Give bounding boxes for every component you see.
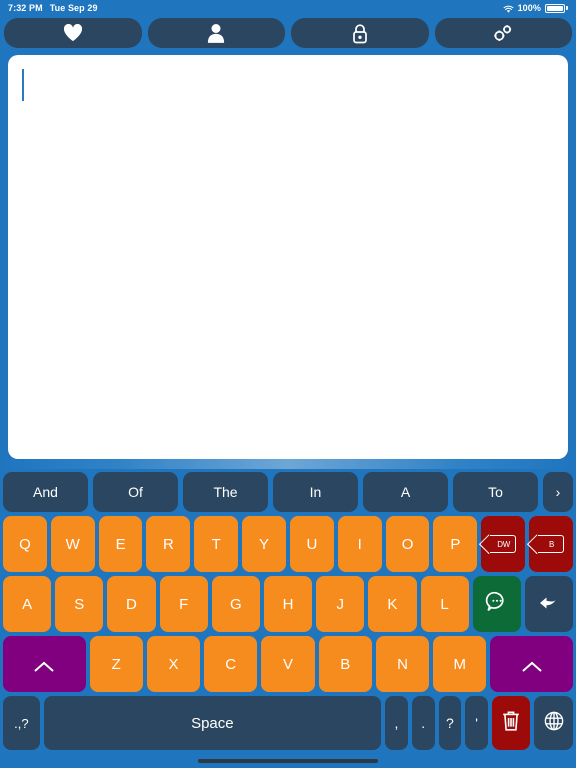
key-p[interactable]: P	[433, 516, 478, 572]
key-w[interactable]: W	[50, 516, 95, 572]
chevron-up-icon	[34, 659, 54, 671]
backspace-label: B	[548, 539, 555, 549]
text-caret	[22, 69, 24, 101]
suggestion-item[interactable]: To	[453, 472, 538, 512]
wifi-icon	[503, 5, 514, 14]
suggestion-item[interactable]: Of	[93, 472, 178, 512]
battery-full-icon	[545, 3, 568, 13]
key-j[interactable]: J	[316, 576, 365, 632]
symbols-key[interactable]: .,?	[3, 696, 40, 750]
key-x[interactable]: X	[146, 636, 201, 692]
keyboard-divider	[0, 459, 576, 469]
status-bar-right: 100%	[503, 3, 568, 13]
key-f[interactable]: F	[159, 576, 208, 632]
delete-word-label: DW	[497, 539, 511, 549]
key-c[interactable]: C	[204, 636, 258, 692]
key-h[interactable]: H	[263, 576, 313, 632]
suggestion-item[interactable]: And	[3, 472, 88, 512]
key-o[interactable]: O	[385, 516, 430, 572]
return-key[interactable]	[524, 576, 574, 632]
key-z[interactable]: Z	[89, 636, 143, 692]
suggestion-item[interactable]: The	[183, 472, 268, 512]
key-m[interactable]: M	[433, 636, 487, 692]
text-input-area[interactable]	[8, 55, 568, 459]
status-bar: 7:32 PM Tue Sep 29 100%	[0, 0, 576, 16]
keyboard-row-4: .,? Space , . ? '	[3, 696, 573, 750]
key-n[interactable]: N	[375, 636, 430, 692]
return-arrow-icon	[536, 591, 562, 617]
backspace-key[interactable]: B	[529, 516, 573, 572]
key-r[interactable]: R	[146, 516, 191, 572]
status-time: 7:32 PM	[8, 3, 43, 13]
trash-icon	[500, 709, 522, 737]
keyboard-row-1: Q W E R T Y U I O P DW B	[3, 516, 573, 572]
person-icon	[207, 23, 225, 43]
shift-key-left[interactable]	[3, 636, 86, 692]
favorites-button[interactable]	[4, 18, 142, 48]
more-suggestions-button[interactable]: ›	[543, 472, 573, 512]
key-e[interactable]: E	[98, 516, 143, 572]
top-toolbar	[0, 16, 576, 52]
keyboard-row-3: Z X C V B N M	[3, 636, 573, 692]
shift-key-right[interactable]	[490, 636, 573, 692]
key-apostrophe[interactable]: '	[465, 696, 488, 750]
backspace-icon: B	[538, 535, 565, 553]
key-question[interactable]: ?	[438, 696, 462, 750]
home-indicator-area	[0, 754, 576, 768]
heart-icon	[63, 24, 83, 42]
battery-percent: 100%	[517, 3, 541, 13]
key-v[interactable]: V	[261, 636, 315, 692]
key-a[interactable]: A	[3, 576, 52, 632]
suggestion-item[interactable]: In	[273, 472, 358, 512]
status-bar-left: 7:32 PM Tue Sep 29	[8, 3, 98, 13]
key-comma[interactable]: ,	[385, 696, 408, 750]
key-d[interactable]: D	[107, 576, 156, 632]
home-indicator[interactable]	[198, 759, 378, 763]
keyboard-row-2: A S D F G H J K L	[3, 576, 574, 632]
suggestion-item[interactable]: A	[363, 472, 448, 512]
delete-word-key[interactable]: DW	[481, 516, 526, 572]
key-g[interactable]: G	[211, 576, 260, 632]
gears-icon	[492, 23, 514, 43]
key-period[interactable]: .	[411, 696, 435, 750]
key-y[interactable]: Y	[242, 516, 286, 572]
text-pane-container	[0, 52, 576, 459]
app-root: 7:32 PM Tue Sep 29 100% And Of The In A …	[0, 0, 576, 768]
lock-button[interactable]	[291, 18, 429, 48]
backspace-word-icon: DW	[490, 535, 517, 553]
speech-bubble-icon	[485, 590, 509, 618]
key-q[interactable]: Q	[3, 516, 47, 572]
speak-key[interactable]	[472, 576, 521, 632]
suggestion-bar: And Of The In A To ›	[3, 469, 573, 513]
status-date: Tue Sep 29	[49, 3, 98, 13]
lock-icon	[352, 23, 368, 44]
settings-button[interactable]	[434, 18, 572, 48]
key-l[interactable]: L	[420, 576, 469, 632]
language-key[interactable]	[534, 696, 573, 750]
key-u[interactable]: U	[289, 516, 334, 572]
key-i[interactable]: I	[337, 516, 382, 572]
key-b[interactable]: B	[318, 636, 372, 692]
keyboard: And Of The In A To › Q W E R T Y U I O P…	[0, 469, 576, 754]
key-t[interactable]: T	[194, 516, 239, 572]
key-k[interactable]: K	[368, 576, 417, 632]
key-s[interactable]: S	[55, 576, 104, 632]
chevron-up-icon	[522, 659, 542, 671]
globe-icon	[543, 710, 565, 736]
clear-text-key[interactable]	[491, 696, 531, 750]
profile-button[interactable]	[147, 18, 285, 48]
space-key[interactable]: Space	[43, 696, 382, 750]
